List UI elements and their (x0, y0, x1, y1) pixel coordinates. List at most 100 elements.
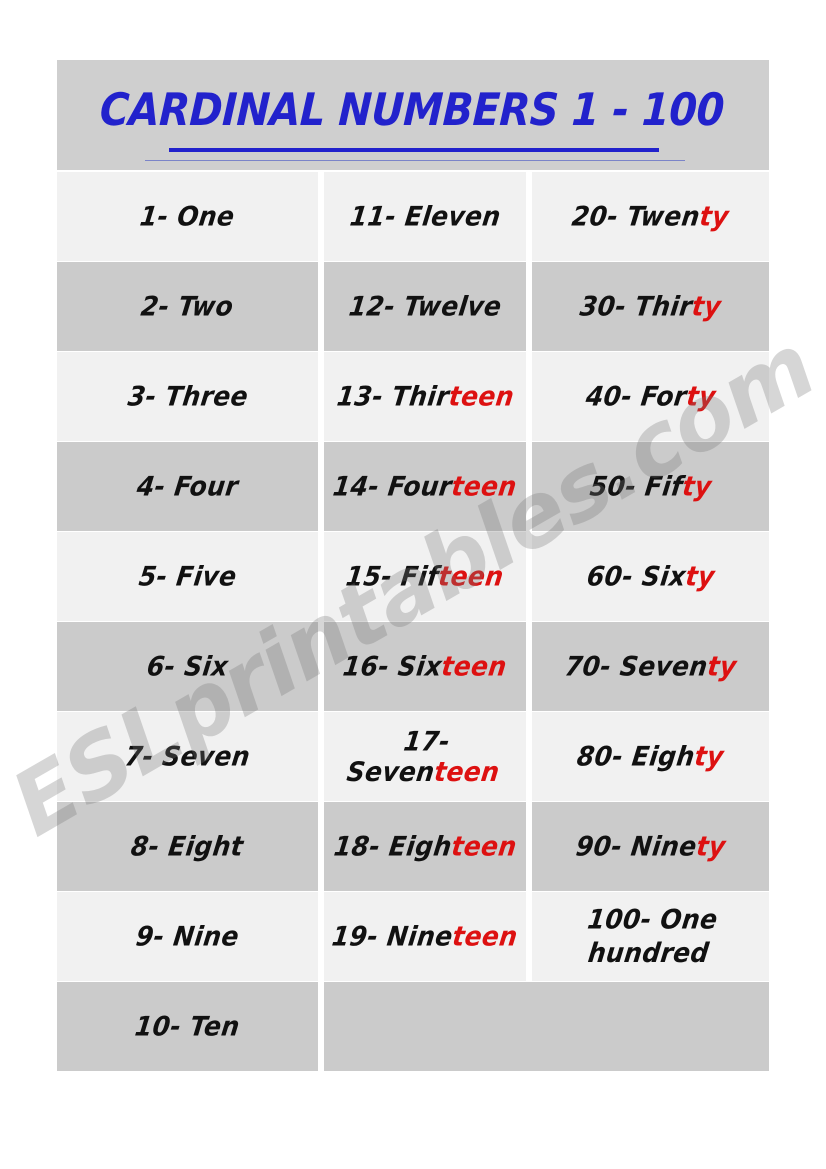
number-value: 2- (139, 290, 181, 322)
number-cell-text: 10- Ten (127, 1010, 247, 1042)
number-word: For (638, 380, 689, 412)
number-cell-text: 16- Sixteen (335, 650, 514, 682)
number-word: Fif (643, 470, 685, 502)
table-row: 5- Five 15- Fifteen 60- Sixty (57, 532, 769, 621)
title-underline-thick (169, 148, 659, 152)
number-word: Four (386, 470, 454, 502)
number-word: Seven (345, 755, 437, 787)
title-underline-thin (145, 160, 685, 161)
number-word-suffix: teen (450, 470, 519, 502)
number-value: 14- (331, 470, 391, 502)
number-cell-text: 19- Nineteen (324, 920, 525, 952)
number-value: 100- (585, 903, 663, 935)
number-word-suffix: teen (440, 650, 509, 682)
number-cell-text: 9- Nine (128, 920, 247, 952)
number-word: One (175, 200, 237, 232)
number-word-suffix: teen (449, 830, 519, 862)
number-cell-text: 11- Eleven (342, 200, 508, 232)
worksheet-sheet: CARDINAL NUMBERS 1 - 100 1- One 11- Eleve… (57, 60, 769, 1071)
number-word: Fif (399, 560, 441, 592)
number-value: 30- (578, 290, 638, 322)
number-word-suffix: ty (698, 200, 731, 232)
number-cell: 4- Four (57, 442, 318, 531)
number-cell: 30- Thirty (532, 262, 769, 351)
number-cell-text: 2- Two (134, 290, 242, 322)
number-word: Nine (171, 920, 241, 952)
number-cell: 8- Eight (57, 802, 318, 891)
number-value: 11- (347, 200, 407, 232)
number-cell: 1- One (57, 172, 318, 261)
number-cell-text: 60- Sixty (579, 560, 722, 592)
number-cell-text: 100- One hundred (532, 904, 769, 970)
number-word-suffix: ty (683, 560, 717, 592)
number-value: 8- (129, 830, 171, 862)
number-word: Ten (188, 1010, 242, 1042)
number-cell-text: 3- Three (120, 380, 256, 412)
number-word-suffix: ty (705, 650, 739, 682)
number-value: 4- (135, 470, 177, 502)
number-cell-text: 8- Eight (124, 830, 252, 862)
number-value: 15- (344, 560, 404, 592)
number-cell-text: 90- Ninety (568, 830, 733, 862)
number-value: 40- (583, 380, 643, 412)
number-value: 10- (133, 1010, 193, 1042)
number-cell-text: 12- Twelve (341, 290, 509, 322)
number-word: Twen (625, 200, 702, 232)
number-cell-text: 30- Thirty (572, 290, 729, 322)
number-word: Seven (617, 650, 710, 682)
number-word: Thir (633, 290, 695, 322)
table-row: 10- Ten (57, 982, 769, 1071)
number-cell: 15- Fifteen (324, 532, 526, 621)
number-cell: 18- Eighteen (324, 802, 526, 891)
title-band: CARDINAL NUMBERS 1 - 100 (57, 60, 769, 170)
number-cell: 2- Two (57, 262, 318, 351)
number-word-suffix: ty (690, 290, 723, 322)
number-word: Nine (385, 920, 455, 952)
number-cell-text: 50- Fifty (582, 470, 719, 502)
number-word-suffix: teen (446, 380, 516, 412)
table-row: 8- Eight 18- Eighteen 90- Ninety (57, 802, 769, 891)
number-word: Twelve (402, 290, 504, 322)
number-cell: 17- Seventeen (324, 712, 526, 801)
number-cell-text: 7- Seven (117, 740, 258, 772)
number-value: 80- (575, 740, 635, 772)
number-cell-text: 20- Twenty (564, 200, 736, 232)
table-row: 6- Six 16- Sixteen 70- Seventy (57, 622, 769, 711)
number-word: Nine (629, 830, 699, 862)
numbers-table: 1- One 11- Eleven 20- Twenty 2- Two 12- Twel… (57, 172, 769, 1071)
number-value: 9- (134, 920, 176, 952)
number-value: 12- (346, 290, 406, 322)
number-word: Four (172, 470, 240, 502)
number-cell-text: 14- Fourteen (325, 470, 524, 502)
number-word: Seven (160, 740, 252, 772)
number-cell: 90- Ninety (532, 802, 769, 891)
number-cell: 5- Five (57, 532, 318, 621)
number-word: Eigh (630, 740, 697, 772)
number-value: 70- (562, 650, 622, 682)
number-word-suffix: teen (432, 755, 502, 787)
number-value: 13- (334, 380, 394, 412)
table-row: 7- Seven 17- Seventeen 80- Eighty (57, 712, 769, 801)
number-word-suffix: ty (694, 830, 728, 862)
number-cell-text: 15- Fifteen (338, 560, 511, 592)
number-cell-text: 70- Seventy (557, 650, 744, 682)
number-value: 5- (136, 560, 179, 592)
number-cell: 80- Eighty (532, 712, 769, 801)
number-value: 7- (123, 740, 165, 772)
table-row: 4- Four 14- Fourteen 50- Fifty (57, 442, 769, 531)
table-row: 2- Two 12- Twelve 30- Thirty (57, 262, 769, 351)
number-cell: 14- Fourteen (324, 442, 526, 531)
number-word: Two (176, 290, 236, 322)
number-cell: 12- Twelve (324, 262, 526, 351)
number-value: 17- (401, 725, 452, 757)
number-value: 3- (125, 380, 167, 412)
number-cell: 3- Three (57, 352, 318, 441)
number-cell-text: 5- Five (131, 560, 244, 592)
number-value: 90- (573, 830, 633, 862)
table-row: 1- One 11- Eleven 20- Twenty (57, 172, 769, 261)
number-value: 20- (570, 200, 630, 232)
number-word: Six (396, 650, 444, 682)
number-value: 50- (587, 470, 647, 502)
number-cell: 19- Nineteen (324, 892, 526, 981)
number-cell: 11- Eleven (324, 172, 526, 261)
